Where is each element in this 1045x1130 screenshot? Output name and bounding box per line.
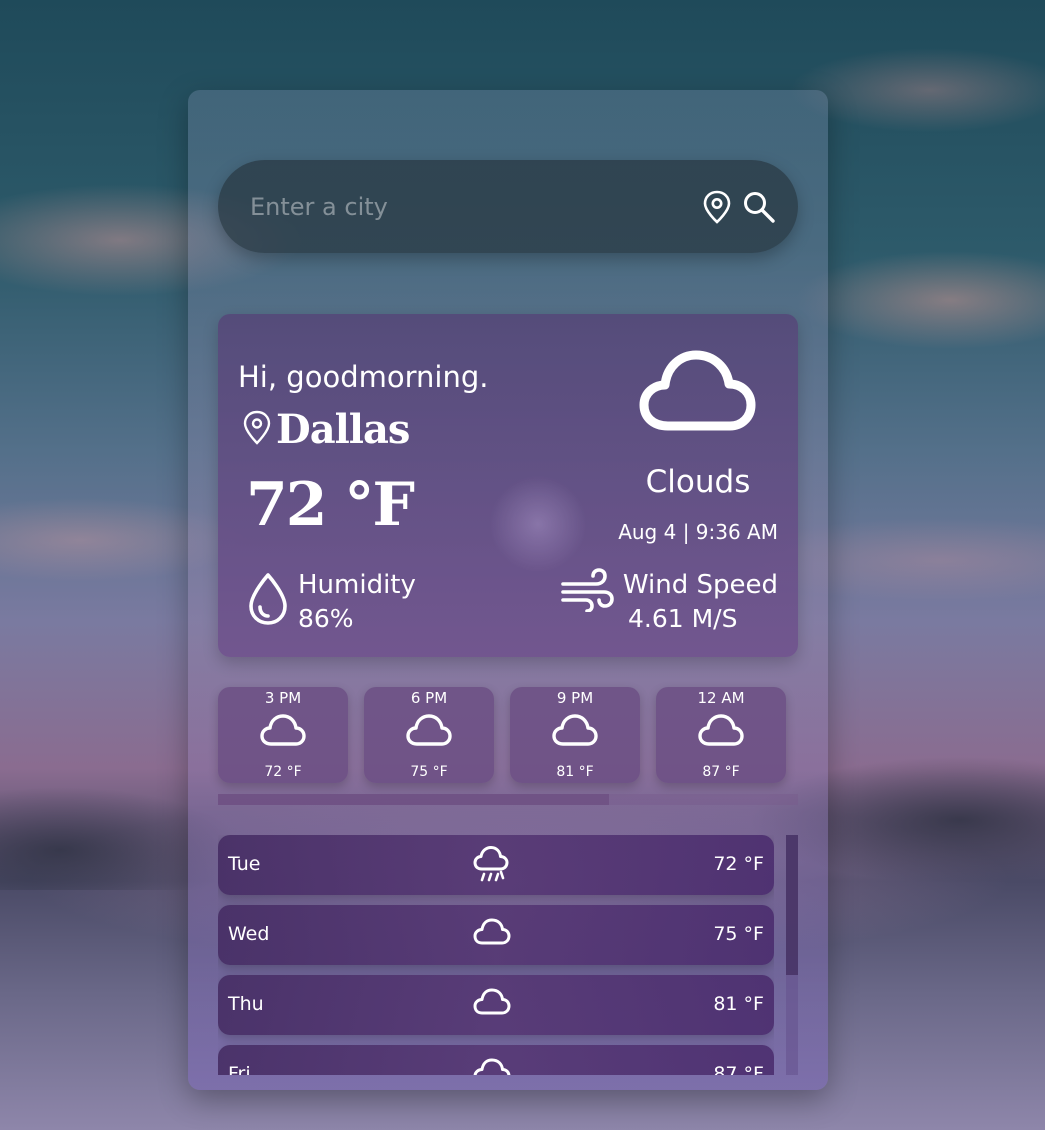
hourly-card[interactable]: 3 PM 72 °F <box>218 687 348 783</box>
hourly-card[interactable]: 12 AM 87 °F <box>656 687 786 783</box>
day-name: Thu <box>228 993 264 1015</box>
condition-label: Clouds <box>645 464 751 500</box>
day-name: Fri <box>228 1063 251 1075</box>
day-temp: 87 °F <box>713 1063 764 1075</box>
city-heading: Dallas <box>242 406 410 453</box>
hour-temp: 75 °F <box>410 764 448 780</box>
cloud-icon <box>218 713 348 747</box>
rain-cloud-icon <box>472 845 510 889</box>
humidity-value: 86% <box>298 604 354 633</box>
day-temp: 75 °F <box>713 923 764 945</box>
wind-icon <box>560 568 614 616</box>
hour-time: 12 AM <box>697 689 745 707</box>
city-name: Dallas <box>276 406 410 453</box>
cloud-icon <box>472 985 512 1023</box>
cloud-icon <box>638 348 758 438</box>
hourly-scrollbar[interactable] <box>218 794 798 805</box>
daily-scrollbar[interactable] <box>786 835 798 1075</box>
city-search-input[interactable] <box>248 185 700 228</box>
search-bar <box>218 160 798 253</box>
cloud-icon <box>656 713 786 747</box>
day-name: Tue <box>228 853 261 875</box>
weather-app: Hi, goodmorning. Dallas 72 °F Clouds Aug… <box>188 90 828 1090</box>
hour-temp: 87 °F <box>702 764 740 780</box>
cloud-icon <box>510 713 640 747</box>
hour-time: 3 PM <box>264 689 302 707</box>
day-name: Wed <box>228 923 270 945</box>
date-time: Aug 4 | 9:36 AM <box>618 520 778 544</box>
daily-row[interactable]: Wed 75 °F <box>218 905 774 965</box>
hourly-card[interactable]: 6 PM 75 °F <box>364 687 494 783</box>
cloud-icon <box>364 713 494 747</box>
daily-row[interactable]: Thu 81 °F <box>218 975 774 1035</box>
day-temp: 72 °F <box>713 853 764 875</box>
greeting-text: Hi, goodmorning. <box>238 360 489 394</box>
daily-row[interactable]: Fri 87 °F <box>218 1045 774 1075</box>
hourly-card[interactable]: 9 PM 81 °F <box>510 687 640 783</box>
map-pin-icon[interactable] <box>700 190 734 224</box>
current-weather-card: Hi, goodmorning. Dallas 72 °F Clouds Aug… <box>218 314 798 657</box>
daily-scrollbar-thumb[interactable] <box>786 835 798 975</box>
search-icon[interactable] <box>742 190 776 224</box>
day-temp: 81 °F <box>713 993 764 1015</box>
hour-temp: 81 °F <box>556 764 594 780</box>
hour-temp: 72 °F <box>264 764 302 780</box>
daily-forecast-list: Tue 72 °F Wed 75 °F Thu 81 °F Fri 87 °F <box>218 835 774 1075</box>
hour-time: 6 PM <box>410 689 448 707</box>
wind-speed-label: Wind Speed <box>622 570 778 600</box>
humidity-drop-icon <box>246 572 290 630</box>
wind-speed-value: 4.61 M/S <box>628 604 738 633</box>
cloud-icon <box>472 1055 512 1075</box>
hour-time: 9 PM <box>556 689 594 707</box>
hourly-scrollbar-thumb[interactable] <box>218 794 609 805</box>
hourly-forecast: 3 PM 72 °F 6 PM 75 °F 9 PM 81 °F 12 AM 8… <box>218 687 798 787</box>
current-temperature: 72 °F <box>246 470 415 540</box>
daily-row[interactable]: Tue 72 °F <box>218 835 774 895</box>
cloud-icon <box>472 915 512 953</box>
location-pin-icon <box>242 410 272 450</box>
humidity-label: Humidity <box>298 570 416 600</box>
